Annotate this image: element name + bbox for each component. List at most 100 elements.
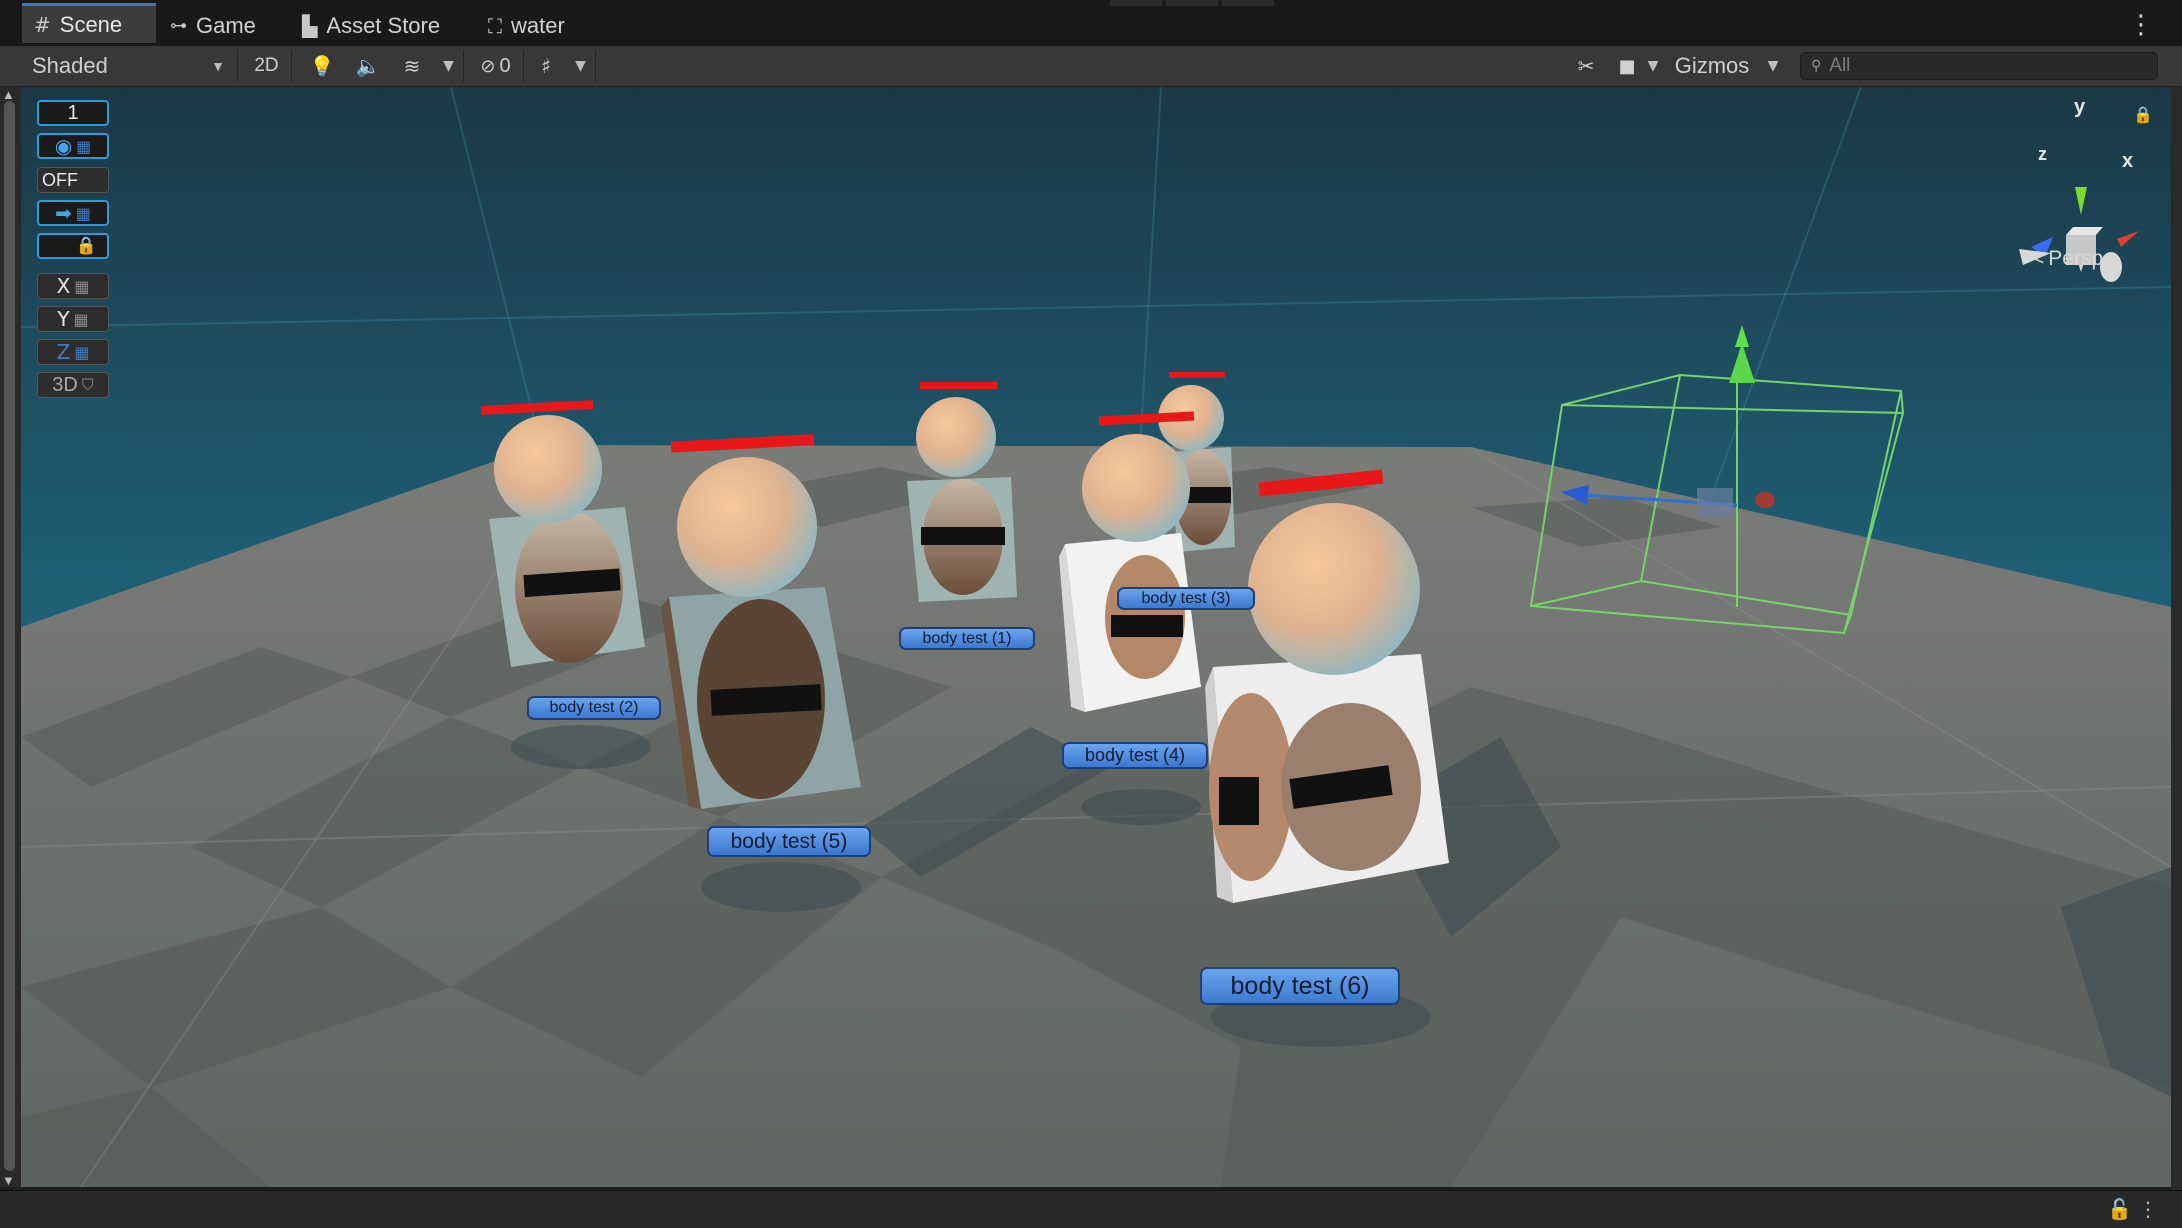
camera-dropdown[interactable]: ▼ [1642,50,1664,82]
object-label[interactable]: body test (5) [707,826,871,857]
scene-viewport[interactable]: 1 ◉ ▦ OFF ➡ ▦ 🔒 X ▦ Y ▦ Z ▦ 3D ⛉ y x z 🔒 < Per… [21,87,2171,1187]
y-axis-label: Y [57,307,70,331]
gizmos-button[interactable]: Gizmos [1668,50,1756,82]
hidden-count: 0 [499,54,511,77]
object-label[interactable]: body test (2) [527,696,661,720]
move-grid-toggle[interactable]: ➡ ▦ [37,200,109,226]
count-field[interactable]: 1 [37,100,109,126]
lightbulb-icon: 💡 [309,54,335,78]
off-toggle[interactable]: OFF [37,167,109,193]
grid-snap-dropdown[interactable]: ▼ [566,50,596,82]
toggle-2d-label: 2D [254,55,279,76]
grid-snap-icon: ♯ [541,54,551,78]
tab-water[interactable]: ⛶ water [476,6,596,46]
chevron-down-icon: ▼ [1647,58,1659,74]
search-icon: ⚲ [1811,58,1822,74]
x-axis-grid-toggle[interactable]: X ▦ [37,273,109,299]
off-label: OFF [42,169,78,190]
object-label[interactable]: body test (3) [1117,587,1255,610]
projection-toggle[interactable]: < Persp [2032,247,2103,271]
hidden-objects-toggle[interactable]: ⊘ 0 [468,50,524,82]
chevron-down-icon: ▼ [211,58,225,74]
grid-icon: ▦ [74,276,90,296]
search-placeholder: All [1829,55,1851,76]
object-label-text: body test (3) [1141,589,1231,607]
tab-label: Scene [59,11,123,37]
z-axis-label: Z [56,340,71,364]
audio-toggle[interactable]: 🔈 [348,50,388,82]
chevron-down-icon: ▼ [575,58,586,74]
tools-icon: ✂ [1577,54,1595,78]
right-panel-edge [2171,87,2182,1190]
tab-label: Asset Store [326,13,441,38]
object-label[interactable]: body test (1) [899,627,1035,650]
tools-button[interactable]: ✂ [1568,50,1604,82]
count-value: 1 [67,101,79,124]
grid-icon: ▦ [73,309,89,329]
object-label-text: body test (2) [549,699,639,716]
scroll-down-arrow-icon[interactable]: ▼ [2,1173,15,1188]
gamepad-icon: ⊶ [170,16,187,36]
effects-toggle[interactable]: ≋ [392,50,432,82]
lock-icon[interactable]: 🔓 [2107,1197,2132,1221]
grid-icon: ▦ [74,342,90,362]
tab-game[interactable]: ⊶ Game [158,6,268,46]
shopping-bag-icon: ▙ [302,14,318,38]
lock-icon: 🔒 [75,236,97,256]
effects-dropdown[interactable]: ▼ [434,50,464,82]
camera-button[interactable]: ■ [1612,50,1642,82]
3d-label: 3D [52,373,78,396]
object-label-text: body test (5) [730,829,848,853]
x-axis-label: X [56,274,71,298]
scroll-up-arrow-icon[interactable]: ▲ [2,87,15,102]
kebab-menu-icon[interactable]: ⋮ [2138,1197,2158,1221]
scene-toolbar: Shaded ▼ 2D 💡 🔈 ≋ ▼ ⊘ 0 ♯ ▼ ✂ ■ ▼ Gizmos… [0,46,2182,87]
status-bar: 🔓 ⋮ [0,1190,2182,1228]
tab-label: Game [196,13,256,38]
speaker-icon: 🔈 [355,54,381,78]
draw-mode-label: Shaded [32,53,108,78]
lock-robot-icon: ⛶ [488,14,502,38]
3d-grid-toggle[interactable]: 3D ⛉ [37,372,109,398]
grid-icon: ▦ [75,203,91,223]
layers-icon: ≋ [403,54,421,78]
lighting-toggle[interactable]: 💡 [300,50,344,82]
tab-scene[interactable]: # Scene [22,3,156,43]
projection-label: Persp [2048,247,2104,270]
gizmo-z-label: z [2038,144,2047,164]
object-label-text: body test (1) [922,629,1012,647]
layout-handle [1222,0,1274,6]
chevron-down-icon: ▼ [443,58,454,74]
gizmo-lock-icon[interactable]: 🔒 [2133,105,2153,124]
arrow-right-icon: ➡ [55,201,72,225]
gizmo-y-label: y [2074,96,2086,118]
editor-tab-bar: # Scene ⊶ Game ▙ Asset Store ⛶ water ⋮ [0,0,2182,47]
scrollbar-thumb[interactable] [4,101,15,1171]
scene-grid-icon: # [34,12,51,37]
search-field[interactable]: ⚲ All [1800,52,2158,80]
object-label[interactable]: body test (6) [1200,967,1400,1005]
kebab-menu-icon[interactable]: ⋮ [2128,10,2154,40]
lock-toggle[interactable]: 🔒 [37,233,109,259]
toggle-2d-button[interactable]: 2D [242,50,292,82]
chevron-left-icon: < [2032,247,2045,270]
grid-snap-toggle[interactable]: ♯ [528,50,564,82]
chevron-down-icon: ▼ [1767,58,1779,74]
gizmo-x-label: x [2122,150,2134,172]
vertical-scrollbar[interactable]: ▲ ▼ [0,87,21,1188]
eye-icon: ◉ [54,134,73,158]
grid-icon: ▦ [76,136,92,156]
tab-asset-store[interactable]: ▙ Asset Store [290,6,466,46]
layout-handle [1166,0,1218,6]
object-label-text: body test (6) [1230,971,1370,1000]
gizmos-label: Gizmos [1674,53,1750,78]
camera-icon: ■ [1618,55,1636,77]
visibility-grid-toggle[interactable]: ◉ ▦ [37,133,109,159]
scene-render [21,87,2171,1187]
shield-icon: ⛉ [81,375,94,394]
gizmos-dropdown[interactable]: ▼ [1758,50,1788,82]
y-axis-grid-toggle[interactable]: Y ▦ [37,306,109,332]
draw-mode-dropdown[interactable]: Shaded ▼ [22,50,238,82]
object-label[interactable]: body test (4) [1062,742,1208,769]
z-axis-grid-toggle[interactable]: Z ▦ [37,339,109,365]
